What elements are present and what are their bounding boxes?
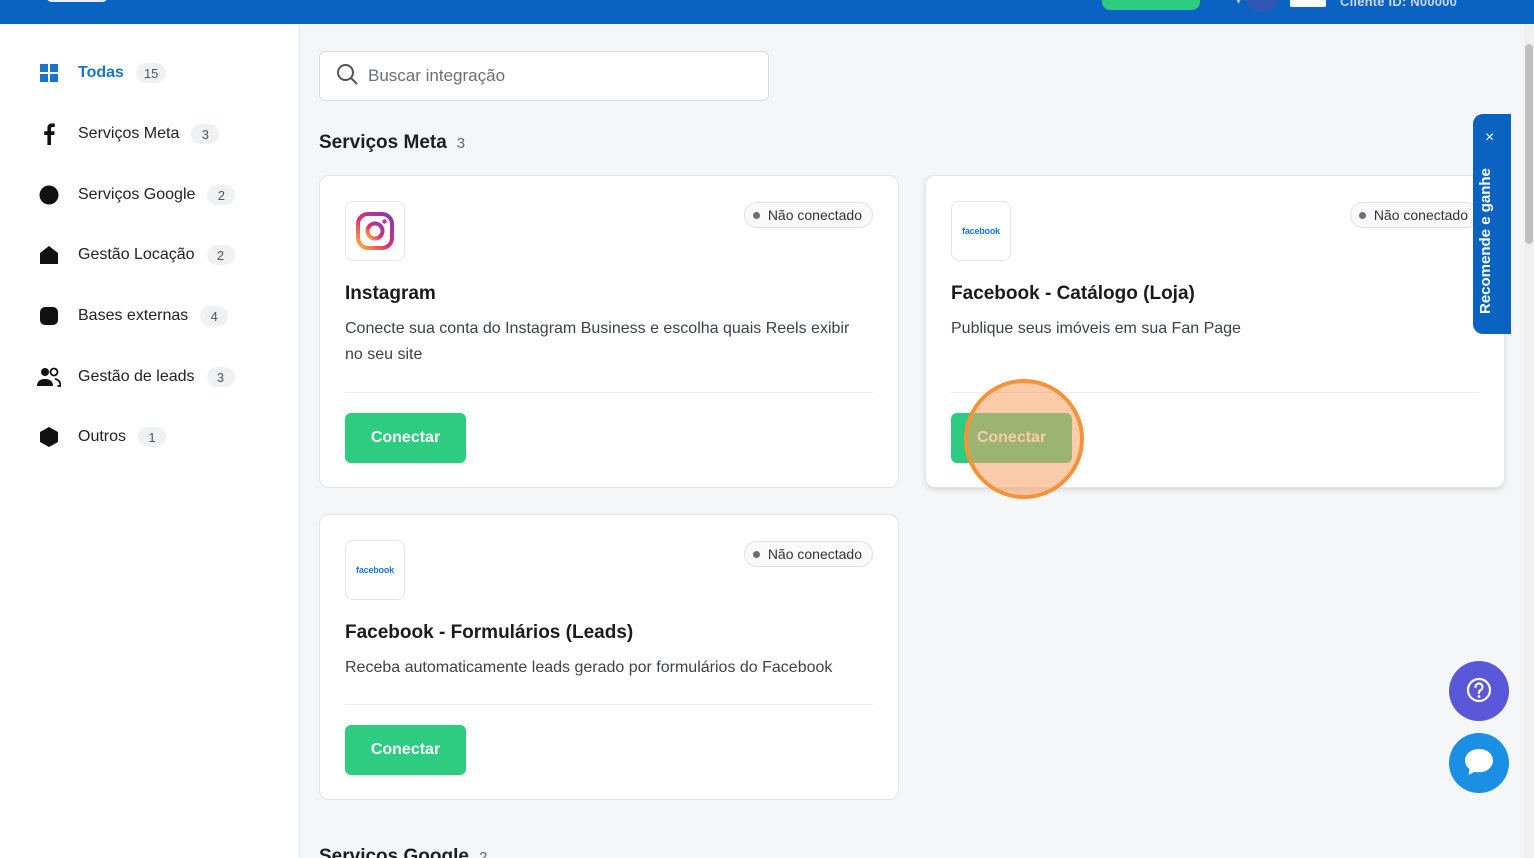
flag-badge: [1290, 0, 1326, 7]
status-badge: Não conectado: [743, 541, 873, 567]
count-badge: 4: [200, 306, 229, 326]
status-text: Não conectado: [767, 207, 862, 223]
sidebar: Todas 15 Serviços Meta 3 Serviços Google…: [0, 24, 300, 858]
card-description: Receba automaticamente leads gerado por …: [345, 659, 833, 676]
sidebar-item-label: Gestão Locação: [78, 246, 195, 263]
search-input[interactable]: [368, 66, 748, 86]
status-text: Não conectado: [767, 546, 862, 562]
facebook-logo-text: facebook: [356, 565, 394, 575]
sidebar-item-servicos-meta[interactable]: Serviços Meta 3: [36, 118, 220, 150]
section-count: 2: [478, 849, 488, 858]
recommend-tab[interactable]: × Recomende e ganhe: [1473, 114, 1511, 334]
section-title-text: Serviços Google: [319, 846, 469, 858]
grid-icon: [36, 62, 62, 84]
integration-card-facebook-formularios: facebook Não conectado Facebook - Formul…: [319, 514, 899, 800]
sidebar-item-label: Bases externas: [78, 307, 189, 324]
integration-card-facebook-catalogo: facebook Não conectado Facebook - Catálo…: [925, 175, 1505, 488]
database-icon: [36, 305, 62, 327]
sidebar-item-gestao-leads[interactable]: Gestão de leads 3: [36, 361, 235, 393]
section-title-google: Serviços Google 2: [319, 846, 487, 858]
status-dot: [1358, 211, 1366, 219]
avatar[interactable]: [1246, 0, 1278, 12]
sidebar-item-todas[interactable]: Todas 15: [36, 57, 167, 89]
card-divider: [951, 392, 1479, 393]
card-divider: [345, 392, 873, 393]
count-badge: 3: [191, 124, 220, 144]
card-title: Facebook - Catálogo (Loja): [951, 283, 1195, 304]
facebook-icon: [36, 123, 62, 145]
help-button[interactable]: [1449, 661, 1509, 721]
sidebar-item-label: Serviços Meta: [78, 125, 180, 142]
hexagon-icon: [36, 426, 62, 448]
top-bar: ▾ Cliente ID: N00000: [0, 0, 1534, 24]
sidebar-item-label: Serviços Google: [78, 186, 196, 203]
connect-button[interactable]: Conectar: [345, 413, 466, 463]
recommend-label: Recomende e ganhe: [1477, 168, 1494, 314]
connect-button[interactable]: Conectar: [345, 725, 466, 775]
status-badge: Não conectado: [1349, 202, 1479, 228]
card-divider: [345, 704, 873, 705]
sidebar-item-label: Gestão de leads: [78, 368, 195, 385]
page-scrollbar[interactable]: [1524, 24, 1534, 858]
count-badge: 3: [206, 367, 235, 387]
close-icon[interactable]: ×: [1485, 130, 1494, 146]
search-box[interactable]: [319, 51, 769, 101]
sidebar-item-gestao-locacao[interactable]: Gestão Locação 2: [36, 239, 235, 271]
count-badge: 15: [135, 63, 167, 83]
card-description: Publique seus imóveis em sua Fan Page: [951, 320, 1241, 337]
sidebar-item-bases-externas[interactable]: Bases externas 4: [36, 300, 229, 332]
card-title: Instagram: [345, 283, 436, 304]
card-title: Facebook - Formulários (Leads): [345, 622, 634, 643]
google-icon: [36, 184, 62, 206]
section-title-meta: Serviços Meta 3: [319, 132, 465, 154]
sidebar-item-servicos-google[interactable]: Serviços Google 2: [36, 179, 236, 211]
sidebar-item-label: Outros: [78, 428, 127, 445]
chevron-down-icon[interactable]: ▾: [1236, 0, 1241, 7]
users-icon: [36, 366, 62, 388]
count-badge: 1: [138, 427, 167, 447]
count-badge: 2: [206, 245, 235, 265]
count-badge: 2: [207, 185, 236, 205]
chat-bubble-icon: [1463, 747, 1495, 780]
facebook-logo: facebook: [951, 201, 1011, 261]
chat-button[interactable]: [1449, 733, 1509, 793]
status-dot: [752, 211, 760, 219]
question-icon: [1465, 676, 1493, 707]
status-text: Não conectado: [1373, 207, 1468, 223]
facebook-logo-text: facebook: [962, 226, 1000, 236]
brand-logo[interactable]: [46, 0, 108, 2]
main-content: Serviços Meta 3 Não conectado Instagram …: [300, 24, 1524, 858]
card-description: Conecte sua conta do Instagram Business …: [345, 320, 850, 363]
section-title-text: Serviços Meta: [319, 132, 447, 153]
status-badge: Não conectado: [743, 202, 873, 228]
house-icon: [36, 244, 62, 266]
sidebar-item-outros[interactable]: Outros 1: [36, 421, 167, 453]
integration-card-instagram: Não conectado Instagram Conecte sua cont…: [319, 175, 899, 488]
client-id: Cliente ID: N00000: [1340, 0, 1458, 9]
sidebar-item-label: Todas: [78, 64, 124, 81]
status-dot: [752, 550, 760, 558]
scrollbar-thumb[interactable]: [1525, 44, 1533, 244]
search-icon: [336, 63, 358, 90]
connect-button[interactable]: Conectar: [951, 413, 1072, 463]
facebook-logo: facebook: [345, 540, 405, 600]
instagram-icon: [345, 201, 405, 261]
section-count: 3: [456, 135, 466, 152]
top-action-button[interactable]: [1102, 0, 1200, 10]
